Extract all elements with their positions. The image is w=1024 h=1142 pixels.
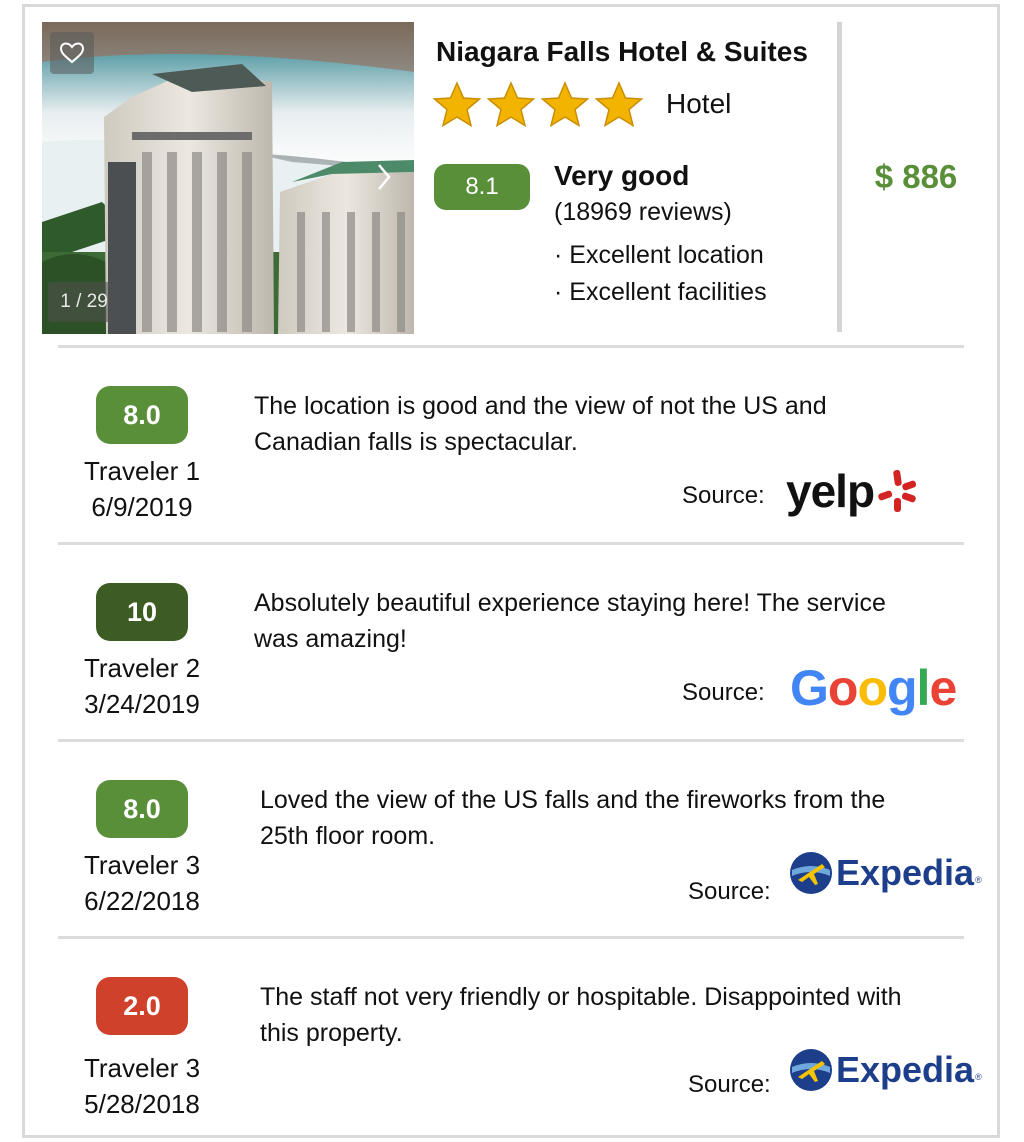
google-logo: Google [790,660,957,716]
star-icon [594,81,644,128]
hotel-name[interactable]: Niagara Falls Hotel & Suites [436,36,808,68]
review-text: The staff not very friendly or hospitabl… [260,983,902,1047]
price[interactable]: $ 886 [840,158,992,196]
reviewer-name: Traveler 2 [83,653,201,683]
rating-description: Very good [554,160,690,191]
star-icon [432,81,482,128]
review-score-badge: 8.0 [96,386,188,444]
trademark-mark: ® [975,875,982,885]
source-label: Source: [682,482,765,509]
yelp-logo-text: yelp [786,465,875,517]
reviewer-name: Traveler 1 [83,456,201,486]
review-item: 8.0 Traveler 1 6/9/2019 The location is … [0,346,1024,542]
review-text: Absolutely beautiful experience staying … [254,589,886,653]
expedia-logo-text: Expedia [836,1049,975,1090]
yelp-logo: yelp [786,456,920,526]
star-rating [432,80,644,130]
star-icon [486,81,536,128]
reviewer-name: Traveler 3 [83,850,201,880]
review-score-badge: 8.0 [96,780,188,838]
overall-score-badge: 8.1 [434,164,530,210]
review-date: 6/9/2019 [91,492,193,522]
review-score-badge: 2.0 [96,977,188,1035]
star-icon [540,81,590,128]
source-label: Source: [688,878,771,905]
review-count[interactable]: (18969 reviews) [554,198,732,227]
review-text: The location is good and the view of not… [254,392,827,456]
source-label: Source: [688,1071,771,1098]
review-text: Loved the view of the US falls and the f… [260,786,886,850]
favorite-button[interactable] [50,32,94,74]
highlight-facilities: · Excellent facilities [554,278,767,306]
expedia-logo: Expedia ® [788,1047,982,1093]
review-date: 3/24/2019 [84,689,200,719]
yelp-burst-icon [878,469,917,512]
source-label: Source: [682,679,765,706]
review-score-badge: 10 [96,583,188,641]
highlight-location: · Excellent location [554,241,764,269]
review-date: 6/22/2018 [84,886,200,916]
next-photo-button[interactable] [370,160,398,194]
review-item: 8.0 Traveler 3 6/22/2018 Loved the view … [0,740,1024,936]
photo-counter: 1 / 29 [48,282,120,322]
review-item: 10 Traveler 2 3/24/2019 Absolutely beaut… [0,543,1024,739]
chevron-right-icon [378,164,391,190]
reviewer-name: Traveler 3 [83,1053,201,1083]
heart-icon [59,42,85,64]
trademark-mark: ® [975,1072,982,1082]
review-date: 5/28/2018 [84,1089,200,1119]
expedia-logo-text: Expedia [836,852,975,893]
expedia-logo: Expedia ® [788,850,982,896]
expedia-globe-icon [790,852,832,894]
expedia-globe-icon [790,1049,832,1091]
hotel-type: Hotel [666,88,732,119]
review-item: 2.0 Traveler 3 5/28/2018 The staff not v… [0,937,1024,1133]
